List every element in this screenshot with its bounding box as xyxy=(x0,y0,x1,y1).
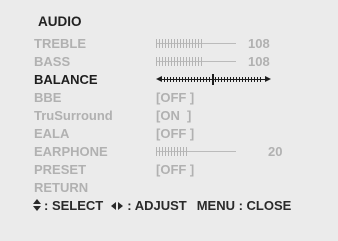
adjust-hint: : ADJUST xyxy=(127,198,187,214)
slider-bar xyxy=(156,39,236,48)
left-right-arrows-icon xyxy=(111,201,124,210)
bbe-value: [OFF ] xyxy=(156,90,195,105)
menu-item-label: BBE xyxy=(34,90,62,105)
menu-item-label: TREBLE xyxy=(34,36,86,51)
menu-item-label: EARPHONE xyxy=(34,144,108,159)
up-down-arrows-icon xyxy=(33,199,41,212)
menu-item-trusurround[interactable]: TruSurround [ON ] xyxy=(34,107,334,124)
slider-value: 108 xyxy=(248,36,270,51)
arrow-right-icon xyxy=(265,76,271,82)
menu-close-hint: MENU : CLOSE xyxy=(196,198,292,214)
balance-center-marker xyxy=(212,74,214,85)
slider-bar xyxy=(156,147,236,156)
balance-bar xyxy=(156,74,271,85)
key-help-footer: : SELECT : ADJUST MENU : CLOSE xyxy=(33,196,291,214)
menu-item-bass[interactable]: BASS 108 xyxy=(34,53,334,70)
menu-item-label: PRESET xyxy=(34,162,87,177)
menu-item-label: TruSurround xyxy=(34,108,113,123)
menu-item-label: EALA xyxy=(34,126,70,141)
menu-item-balance[interactable]: BALANCE xyxy=(34,71,334,88)
menu-title: AUDIO xyxy=(38,14,82,29)
menu-item-label: BALANCE xyxy=(34,72,98,87)
slider-value: 108 xyxy=(248,54,270,69)
trusurround-value: [ON ] xyxy=(156,108,192,123)
slider-value: 20 xyxy=(268,144,283,159)
menu-item-treble[interactable]: TREBLE 108 xyxy=(34,35,334,52)
menu-item-preset[interactable]: PRESET [OFF ] xyxy=(34,161,334,178)
menu-item-return[interactable]: RETURN xyxy=(34,179,334,196)
audio-osd-menu: AUDIO TREBLE 108 BASS 108 BALANCE BBE [O xyxy=(0,0,338,241)
select-hint: : SELECT xyxy=(44,198,104,214)
slider-bar xyxy=(156,57,236,66)
eala-value: [OFF ] xyxy=(156,126,195,141)
menu-item-eala[interactable]: EALA [OFF ] xyxy=(34,125,334,142)
menu-item-earphone[interactable]: EARPHONE 20 xyxy=(34,143,334,160)
menu-item-bbe[interactable]: BBE [OFF ] xyxy=(34,89,334,106)
menu-item-label: BASS xyxy=(34,54,71,69)
menu-item-label: RETURN xyxy=(34,180,89,195)
preset-value: [OFF ] xyxy=(156,162,195,177)
